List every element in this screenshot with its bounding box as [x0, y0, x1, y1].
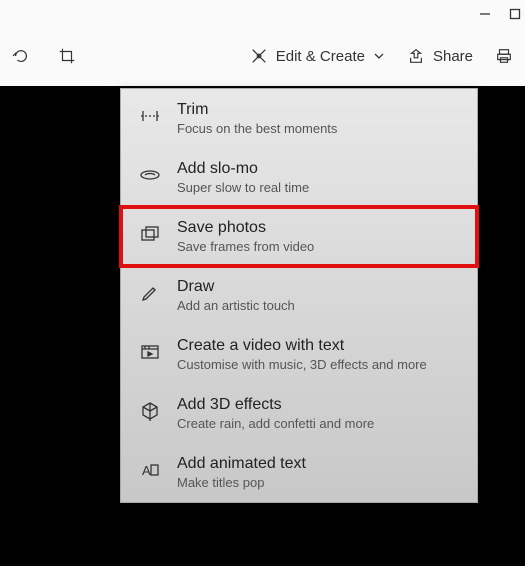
- maximize-icon[interactable]: [509, 7, 521, 19]
- chevron-down-icon: [373, 50, 385, 62]
- menu-subtitle: Focus on the best moments: [177, 121, 337, 136]
- menu-title: Save photos: [177, 219, 314, 237]
- menu-item-slomo[interactable]: Add slo-mo Super slow to real time: [121, 148, 477, 207]
- menu-item-save-photos[interactable]: Save photos Save frames from video: [121, 207, 477, 266]
- svg-text:A: A: [142, 463, 151, 478]
- minimize-icon[interactable]: [479, 7, 491, 19]
- edit-create-dropdown: Trim Focus on the best moments Add slo-m…: [120, 88, 478, 503]
- share-label: Share: [433, 48, 473, 65]
- trim-icon: [139, 105, 161, 127]
- menu-title: Trim: [177, 101, 337, 119]
- menu-title: Add animated text: [177, 455, 306, 473]
- video-text-icon: [139, 341, 161, 363]
- animated-text-icon: A: [139, 459, 161, 481]
- save-photos-icon: [139, 223, 161, 245]
- title-bar: [0, 0, 525, 26]
- menu-title: Add 3D effects: [177, 396, 374, 414]
- print-icon: [495, 47, 513, 65]
- menu-title: Create a video with text: [177, 337, 427, 355]
- menu-subtitle: Create rain, add confetti and more: [177, 416, 374, 431]
- crop-icon: [58, 47, 76, 65]
- menu-subtitle: Save frames from video: [177, 239, 314, 254]
- crop-button[interactable]: [58, 47, 76, 65]
- menu-item-video-text[interactable]: Create a video with text Customise with …: [121, 325, 477, 384]
- menu-subtitle: Add an artistic touch: [177, 298, 295, 313]
- share-button[interactable]: Share: [407, 47, 473, 65]
- menu-item-trim[interactable]: Trim Focus on the best moments: [121, 89, 477, 148]
- print-button[interactable]: [495, 47, 513, 65]
- menu-subtitle: Super slow to real time: [177, 180, 309, 195]
- edit-create-icon: [250, 47, 268, 65]
- draw-icon: [139, 282, 161, 304]
- rotate-button[interactable]: [12, 47, 30, 65]
- share-icon: [407, 47, 425, 65]
- menu-title: Add slo-mo: [177, 160, 309, 178]
- rotate-icon: [12, 47, 30, 65]
- menu-subtitle: Make titles pop: [177, 475, 306, 490]
- menu-title: Draw: [177, 278, 295, 296]
- menu-subtitle: Customise with music, 3D effects and mor…: [177, 357, 427, 372]
- toolbar: Edit & Create Share: [0, 26, 525, 86]
- menu-item-3d-effects[interactable]: Add 3D effects Create rain, add confetti…: [121, 384, 477, 443]
- menu-item-draw[interactable]: Draw Add an artistic touch: [121, 266, 477, 325]
- edit-create-button[interactable]: Edit & Create: [250, 47, 385, 65]
- menu-item-animated-text[interactable]: A Add animated text Make titles pop: [121, 443, 477, 502]
- slomo-icon: [139, 164, 161, 186]
- edit-create-label: Edit & Create: [276, 48, 365, 65]
- 3d-effects-icon: [139, 400, 161, 422]
